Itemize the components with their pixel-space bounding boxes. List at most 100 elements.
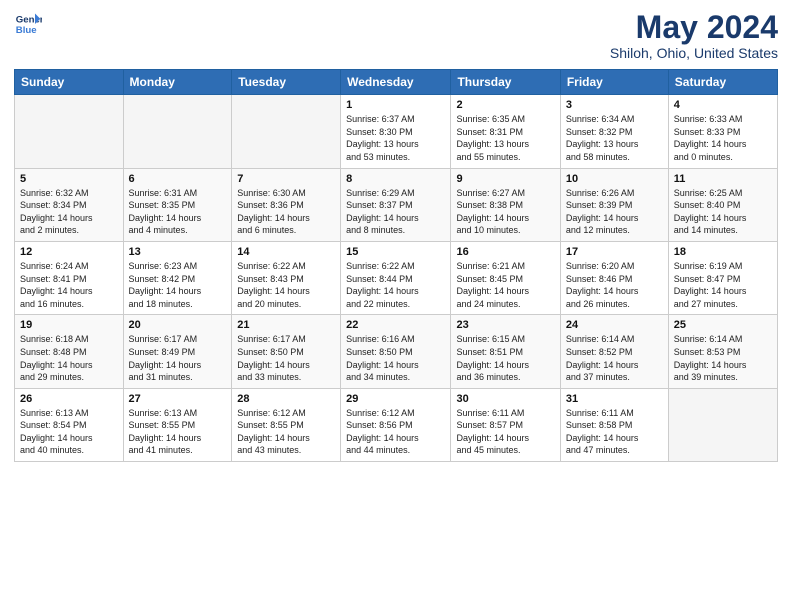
svg-text:Blue: Blue [16, 25, 37, 36]
calendar-cell: 14 Sunrise: 6:22 AM Sunset: 8:43 PM Dayli… [232, 241, 341, 314]
calendar-cell [123, 95, 232, 168]
calendar-cell: 30Sunrise: 6:11 AM Sunset: 8:57 PM Dayli… [451, 388, 560, 461]
calendar-cell [232, 95, 341, 168]
day-number: 23 [456, 319, 554, 331]
calendar-cell: 12 Sunrise: 6:24 AM Sunset: 8:41 PM Dayli… [15, 241, 124, 314]
calendar-cell: 22Sunrise: 6:16 AM Sunset: 8:50 PM Dayli… [341, 315, 451, 388]
day-number: 30 [456, 393, 554, 405]
week-row-3: 12 Sunrise: 6:24 AM Sunset: 8:41 PM Dayli… [15, 241, 778, 314]
day-info: Sunrise: 6:24 AM Sunset: 8:41 PM Dayligh… [20, 260, 118, 310]
day-number: 4 [674, 99, 772, 111]
day-info: Sunrise: 6:15 AM Sunset: 8:51 PM Dayligh… [456, 333, 554, 383]
day-number: 9 [456, 173, 554, 185]
day-info: Sunrise: 6:13 AM Sunset: 8:55 PM Dayligh… [129, 407, 227, 457]
day-info: Sunrise: 6:22 AM Sunset: 8:44 PM Dayligh… [346, 260, 445, 310]
day-number: 5 [20, 173, 118, 185]
calendar-cell: 19Sunrise: 6:18 AM Sunset: 8:48 PM Dayli… [15, 315, 124, 388]
day-header-tuesday: Tuesday [232, 70, 341, 95]
day-info: Sunrise: 6:26 AM Sunset: 8:39 PM Dayligh… [566, 187, 663, 237]
day-info: Sunrise: 6:29 AM Sunset: 8:37 PM Dayligh… [346, 187, 445, 237]
calendar-cell: 23 Sunrise: 6:15 AM Sunset: 8:51 PM Dayli… [451, 315, 560, 388]
calendar-cell: 1Sunrise: 6:37 AM Sunset: 8:30 PM Daylig… [341, 95, 451, 168]
calendar-cell: 29Sunrise: 6:12 AM Sunset: 8:56 PM Dayli… [341, 388, 451, 461]
calendar-cell: 28 Sunrise: 6:12 AM Sunset: 8:55 PM Dayli… [232, 388, 341, 461]
day-info: Sunrise: 6:13 AM Sunset: 8:54 PM Dayligh… [20, 407, 118, 457]
calendar-cell: 18 Sunrise: 6:19 AM Sunset: 8:47 PM Dayli… [668, 241, 777, 314]
day-number: 8 [346, 173, 445, 185]
calendar-cell [15, 95, 124, 168]
day-header-monday: Monday [123, 70, 232, 95]
day-info: Sunrise: 6:22 AM Sunset: 8:43 PM Dayligh… [237, 260, 335, 310]
day-header-wednesday: Wednesday [341, 70, 451, 95]
calendar-cell: 7 Sunrise: 6:30 AM Sunset: 8:36 PM Daylig… [232, 168, 341, 241]
calendar-cell: 4Sunrise: 6:33 AM Sunset: 8:33 PM Daylig… [668, 95, 777, 168]
day-header-saturday: Saturday [668, 70, 777, 95]
calendar-cell: 9 Sunrise: 6:27 AM Sunset: 8:38 PM Daylig… [451, 168, 560, 241]
calendar-page: General Blue General Blue May 2024 Shilo… [0, 0, 792, 612]
day-number: 10 [566, 173, 663, 185]
day-number: 13 [129, 246, 227, 258]
day-info: Sunrise: 6:25 AM Sunset: 8:40 PM Dayligh… [674, 187, 772, 237]
day-number: 3 [566, 99, 663, 111]
day-info: Sunrise: 6:19 AM Sunset: 8:47 PM Dayligh… [674, 260, 772, 310]
calendar-table: SundayMondayTuesdayWednesdayThursdayFrid… [14, 69, 778, 462]
day-number: 7 [237, 173, 335, 185]
day-number: 18 [674, 246, 772, 258]
day-info: Sunrise: 6:35 AM Sunset: 8:31 PM Dayligh… [456, 113, 554, 163]
calendar-cell: 17Sunrise: 6:20 AM Sunset: 8:46 PM Dayli… [560, 241, 668, 314]
calendar-cell: 11 Sunrise: 6:25 AM Sunset: 8:40 PM Dayli… [668, 168, 777, 241]
day-info: Sunrise: 6:14 AM Sunset: 8:53 PM Dayligh… [674, 333, 772, 383]
day-number: 6 [129, 173, 227, 185]
day-number: 25 [674, 319, 772, 331]
day-number: 24 [566, 319, 663, 331]
logo-icon: General Blue [14, 10, 42, 38]
header: General Blue General Blue May 2024 Shilo… [14, 10, 778, 61]
day-info: Sunrise: 6:23 AM Sunset: 8:42 PM Dayligh… [129, 260, 227, 310]
day-info: Sunrise: 6:31 AM Sunset: 8:35 PM Dayligh… [129, 187, 227, 237]
day-number: 14 [237, 246, 335, 258]
day-number: 29 [346, 393, 445, 405]
day-number: 20 [129, 319, 227, 331]
calendar-cell: 24 Sunrise: 6:14 AM Sunset: 8:52 PM Dayli… [560, 315, 668, 388]
calendar-cell: 26 Sunrise: 6:13 AM Sunset: 8:54 PM Dayli… [15, 388, 124, 461]
day-number: 31 [566, 393, 663, 405]
day-number: 26 [20, 393, 118, 405]
day-number: 12 [20, 246, 118, 258]
calendar-cell: 25 Sunrise: 6:14 AM Sunset: 8:53 PM Dayli… [668, 315, 777, 388]
day-number: 15 [346, 246, 445, 258]
day-number: 16 [456, 246, 554, 258]
day-info: Sunrise: 6:32 AM Sunset: 8:34 PM Dayligh… [20, 187, 118, 237]
calendar-cell: 16Sunrise: 6:21 AM Sunset: 8:45 PM Dayli… [451, 241, 560, 314]
day-info: Sunrise: 6:30 AM Sunset: 8:36 PM Dayligh… [237, 187, 335, 237]
calendar-cell: 15 Sunrise: 6:22 AM Sunset: 8:44 PM Dayli… [341, 241, 451, 314]
day-number: 19 [20, 319, 118, 331]
day-number: 11 [674, 173, 772, 185]
day-header-thursday: Thursday [451, 70, 560, 95]
day-info: Sunrise: 6:11 AM Sunset: 8:58 PM Dayligh… [566, 407, 663, 457]
day-header-friday: Friday [560, 70, 668, 95]
header-row: SundayMondayTuesdayWednesdayThursdayFrid… [15, 70, 778, 95]
calendar-cell: 20 Sunrise: 6:17 AM Sunset: 8:49 PM Dayli… [123, 315, 232, 388]
day-info: Sunrise: 6:14 AM Sunset: 8:52 PM Dayligh… [566, 333, 663, 383]
day-number: 28 [237, 393, 335, 405]
calendar-cell [668, 388, 777, 461]
day-info: Sunrise: 6:12 AM Sunset: 8:55 PM Dayligh… [237, 407, 335, 457]
calendar-cell: 2 Sunrise: 6:35 AM Sunset: 8:31 PM Daylig… [451, 95, 560, 168]
day-info: Sunrise: 6:17 AM Sunset: 8:50 PM Dayligh… [237, 333, 335, 383]
month-title: May 2024 [610, 10, 778, 45]
day-number: 2 [456, 99, 554, 111]
calendar-cell: 5 Sunrise: 6:32 AM Sunset: 8:34 PM Daylig… [15, 168, 124, 241]
week-row-2: 5 Sunrise: 6:32 AM Sunset: 8:34 PM Daylig… [15, 168, 778, 241]
day-number: 21 [237, 319, 335, 331]
day-info: Sunrise: 6:27 AM Sunset: 8:38 PM Dayligh… [456, 187, 554, 237]
week-row-5: 26 Sunrise: 6:13 AM Sunset: 8:54 PM Dayli… [15, 388, 778, 461]
day-info: Sunrise: 6:17 AM Sunset: 8:49 PM Dayligh… [129, 333, 227, 383]
week-row-4: 19Sunrise: 6:18 AM Sunset: 8:48 PM Dayli… [15, 315, 778, 388]
calendar-cell: 13 Sunrise: 6:23 AM Sunset: 8:42 PM Dayli… [123, 241, 232, 314]
day-info: Sunrise: 6:20 AM Sunset: 8:46 PM Dayligh… [566, 260, 663, 310]
calendar-cell: 31 Sunrise: 6:11 AM Sunset: 8:58 PM Dayli… [560, 388, 668, 461]
calendar-cell: 10 Sunrise: 6:26 AM Sunset: 8:39 PM Dayli… [560, 168, 668, 241]
day-info: Sunrise: 6:34 AM Sunset: 8:32 PM Dayligh… [566, 113, 663, 163]
day-number: 22 [346, 319, 445, 331]
calendar-cell: 27Sunrise: 6:13 AM Sunset: 8:55 PM Dayli… [123, 388, 232, 461]
